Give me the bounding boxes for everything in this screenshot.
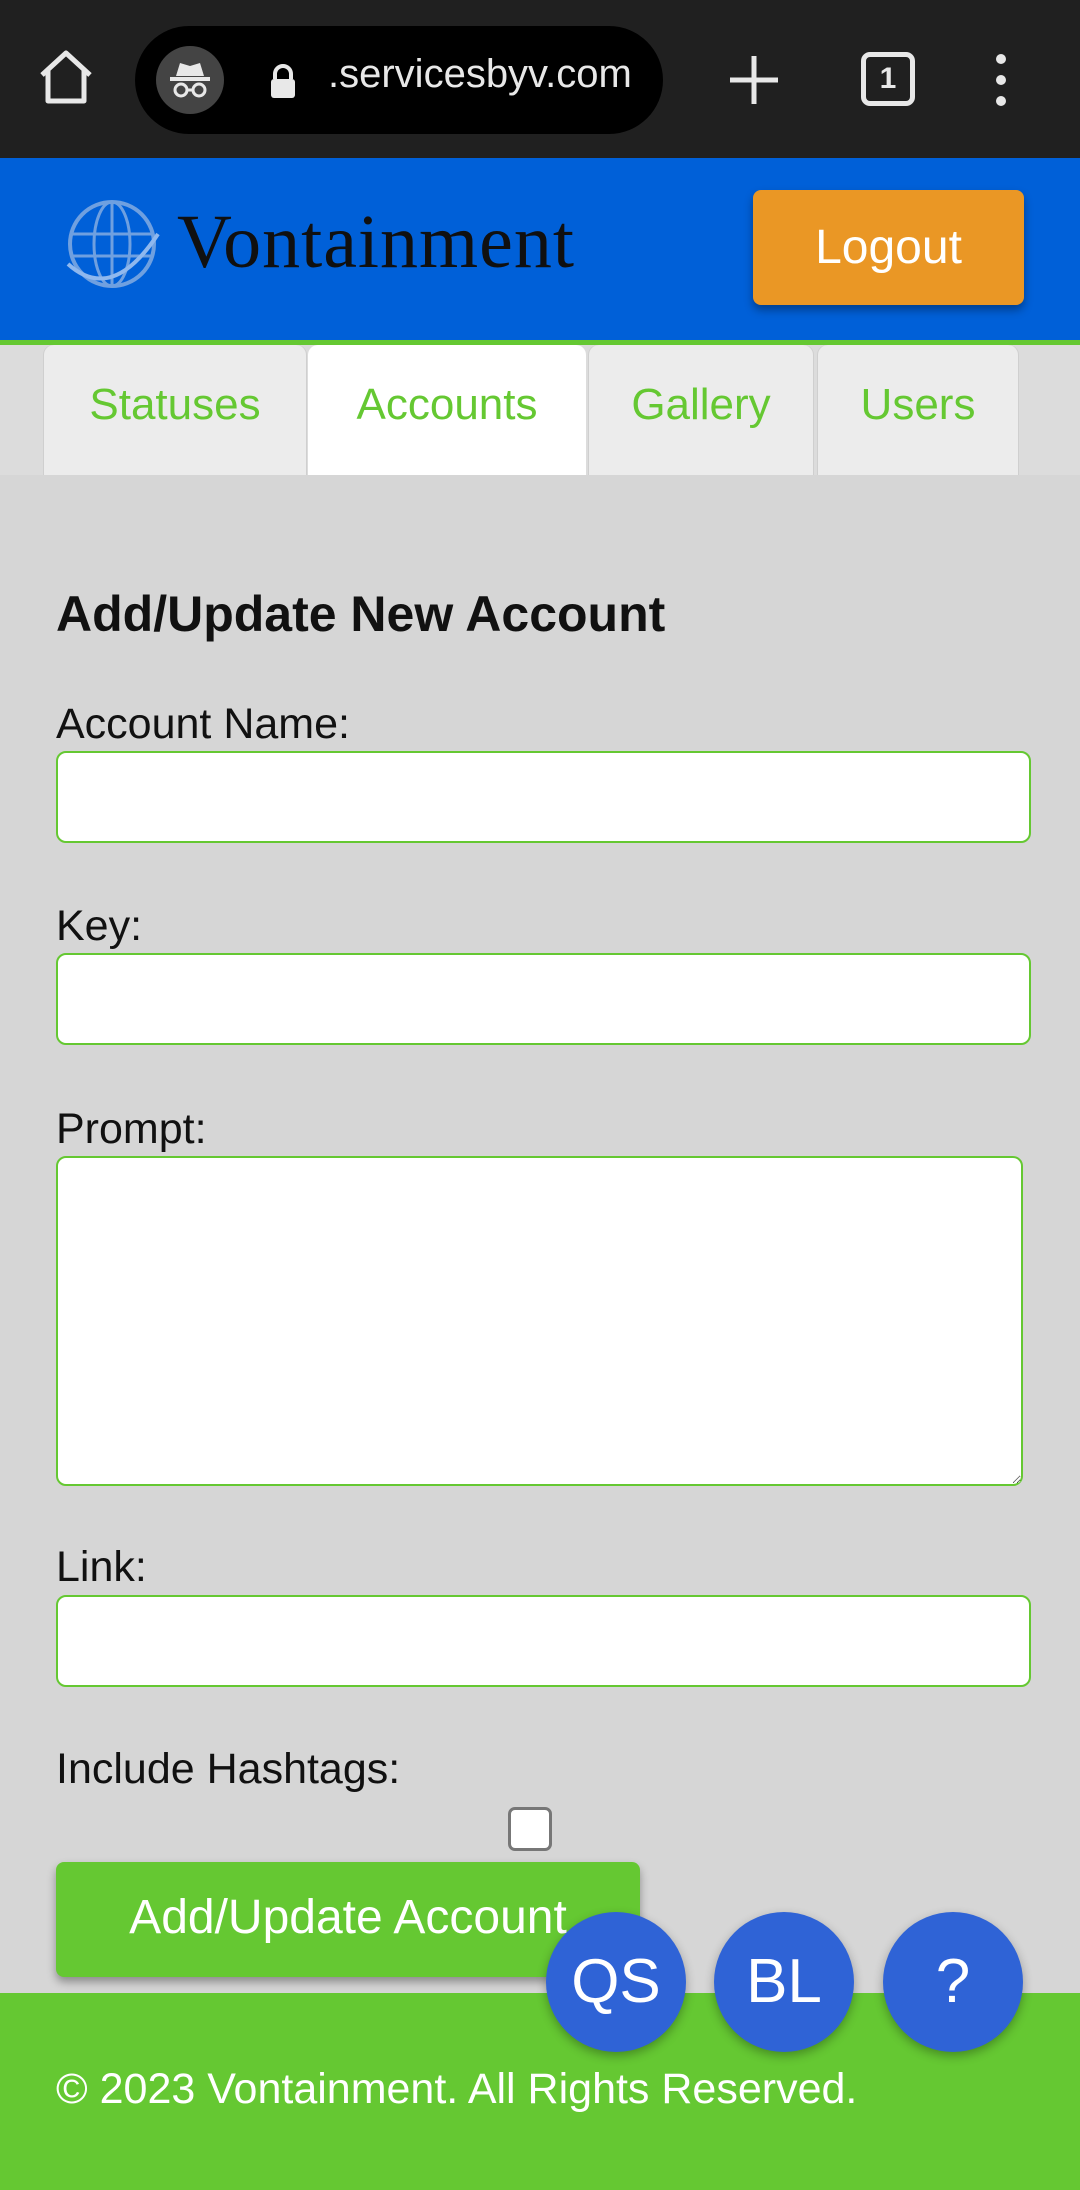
tab-gallery[interactable]: Gallery bbox=[589, 345, 813, 475]
tab-statuses[interactable]: Statuses bbox=[44, 345, 306, 475]
site-header: Vontainment Logout bbox=[0, 158, 1080, 345]
link-label: Link: bbox=[56, 1543, 147, 1591]
logout-button[interactable]: Logout bbox=[753, 190, 1024, 305]
bl-button[interactable]: BL bbox=[714, 1912, 854, 2052]
tab-count-icon[interactable]: 1 bbox=[861, 52, 915, 106]
link-input[interactable] bbox=[56, 1595, 1031, 1687]
tab-accounts[interactable]: Accounts bbox=[308, 345, 586, 475]
address-bar[interactable]: .servicesbyv.com bbox=[135, 26, 663, 134]
browser-toolbar: .servicesbyv.com 1 bbox=[0, 0, 1080, 158]
prompt-textarea[interactable] bbox=[56, 1156, 1023, 1486]
hashtags-label: Include Hashtags: bbox=[56, 1745, 401, 1793]
logo-text: Vontainment bbox=[177, 200, 576, 284]
account-name-input[interactable] bbox=[56, 751, 1031, 843]
key-label: Key: bbox=[56, 902, 143, 950]
more-vert-icon[interactable] bbox=[987, 52, 1015, 108]
home-icon[interactable] bbox=[34, 45, 98, 109]
incognito-icon bbox=[156, 46, 224, 114]
help-button[interactable]: ? bbox=[883, 1912, 1023, 2052]
logo[interactable]: Vontainment bbox=[62, 194, 602, 294]
form-title: Add/Update New Account bbox=[56, 586, 666, 642]
globe-icon bbox=[66, 200, 160, 288]
tab-users[interactable]: Users bbox=[818, 345, 1018, 475]
hashtags-checkbox[interactable] bbox=[508, 1807, 552, 1851]
plus-icon[interactable] bbox=[724, 50, 784, 110]
key-input[interactable] bbox=[56, 953, 1031, 1045]
account-name-label: Account Name: bbox=[56, 700, 350, 748]
url-text: .servicesbyv.com bbox=[328, 52, 632, 96]
copyright-text: © 2023 Vontainment. All Rights Reserved. bbox=[56, 2065, 858, 2113]
lock-icon bbox=[271, 64, 295, 98]
nav-tabs: Statuses Accounts Gallery Users bbox=[0, 345, 1080, 475]
qs-button[interactable]: QS bbox=[546, 1912, 686, 2052]
prompt-label: Prompt: bbox=[56, 1105, 207, 1153]
